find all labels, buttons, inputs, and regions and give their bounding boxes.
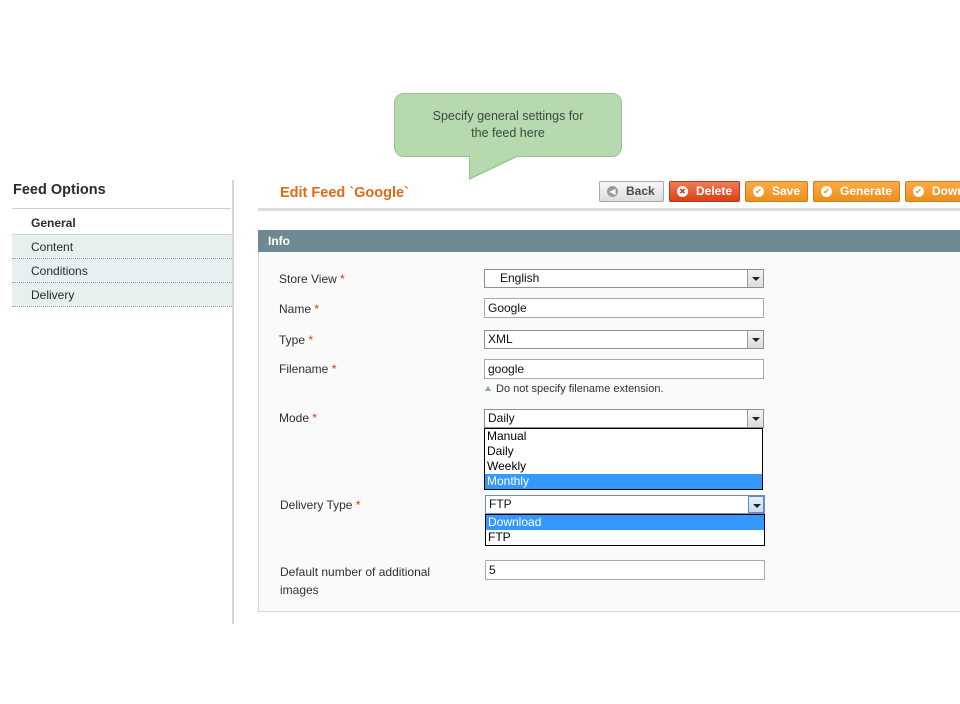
save-check-icon: ✔ (753, 186, 764, 197)
mode-label: Mode * (279, 411, 317, 425)
delivery-type-label-text: Delivery Type (280, 498, 353, 512)
store-view-value: English (500, 271, 540, 285)
chevron-down-icon[interactable] (747, 270, 763, 287)
tab-general[interactable]: General (12, 213, 232, 235)
sidebar-tabs: General Content Conditions Delivery (12, 213, 232, 307)
save-button-label: Save (772, 184, 801, 198)
chevron-down-icon[interactable] (747, 410, 763, 427)
section-header-info: Info (258, 230, 960, 252)
tab-content[interactable]: Content (12, 235, 232, 259)
required-mark: * (331, 362, 337, 376)
sidebar-divider (12, 208, 231, 209)
delete-button-label: Delete (696, 184, 733, 198)
required-mark: * (314, 302, 320, 316)
delete-x-icon: ✖ (677, 186, 688, 197)
generate-check-icon: ✔ (821, 186, 832, 197)
additional-images-label-line2: images (280, 583, 319, 597)
name-label-text: Name (279, 302, 312, 316)
filename-label: Filename * (279, 362, 336, 376)
additional-images-label: Default number of additional images (280, 563, 430, 599)
type-select[interactable]: XML (484, 330, 764, 349)
back-button-label: Back (626, 184, 655, 198)
delivery-type-label: Delivery Type * (280, 498, 361, 512)
generate-button[interactable]: ✔ Generate (813, 181, 900, 202)
tooltip-tail (470, 156, 516, 178)
page-title: Edit Feed `Google` (280, 185, 409, 201)
sidebar-title: Feed Options (13, 182, 106, 198)
mode-value: Daily (488, 411, 515, 425)
name-field[interactable]: Google (484, 298, 764, 318)
chevron-down-icon[interactable] (748, 496, 764, 513)
download-button[interactable]: ✔ Down (905, 181, 960, 202)
mode-option-monthly[interactable]: Monthly (485, 474, 762, 489)
note-arrow-icon (485, 386, 491, 391)
tab-delivery[interactable]: Delivery (12, 283, 232, 307)
delivery-type-select[interactable]: FTP (485, 495, 765, 514)
delete-button[interactable]: ✖ Delete (669, 181, 740, 202)
tooltip-bubble: Specify general settings for the feed he… (394, 93, 622, 157)
filename-field[interactable]: google (484, 359, 764, 379)
mode-label-text: Mode (279, 411, 310, 425)
required-mark: * (308, 333, 314, 347)
mode-option-manual[interactable]: Manual (485, 429, 762, 444)
store-view-label-text: Store View (279, 272, 337, 286)
back-button[interactable]: ◀ Back (599, 181, 664, 202)
required-mark: * (355, 498, 361, 512)
delivery-option-ftp[interactable]: FTP (486, 530, 764, 545)
type-label-text: Type (279, 333, 306, 347)
required-mark: * (312, 411, 318, 425)
name-label: Name * (279, 302, 319, 316)
store-view-label: Store View * (279, 272, 345, 286)
chevron-down-icon[interactable] (747, 331, 763, 348)
type-value: XML (488, 332, 513, 346)
mode-dropdown-list: Manual Daily Weekly Monthly (484, 428, 763, 490)
back-arrow-icon: ◀ (607, 186, 618, 197)
mode-option-weekly[interactable]: Weekly (485, 459, 762, 474)
mode-select[interactable]: Daily (484, 409, 764, 428)
filename-note-text: Do not specify filename extension. (496, 383, 664, 395)
sidebar: Feed Options General Content Conditions … (12, 180, 234, 624)
header-divider (258, 208, 960, 211)
save-button[interactable]: ✔ Save (745, 181, 808, 202)
delivery-type-value: FTP (489, 497, 512, 511)
delivery-option-download[interactable]: Download (486, 515, 764, 530)
filename-label-text: Filename (279, 362, 329, 376)
additional-images-field[interactable]: 5 (485, 560, 765, 580)
additional-images-label-line1: Default number of additional (280, 565, 431, 579)
type-label: Type * (279, 333, 313, 347)
required-mark: * (340, 272, 345, 286)
filename-note: Do not specify filename extension. (485, 383, 664, 395)
tooltip-text: Specify general settings for the feed he… (432, 109, 584, 140)
download-check-icon: ✔ (913, 186, 924, 197)
delivery-type-dropdown-list: Download FTP (485, 514, 765, 546)
mode-option-daily[interactable]: Daily (485, 444, 762, 459)
store-view-select[interactable]: English (484, 269, 764, 288)
tab-conditions[interactable]: Conditions (12, 259, 232, 283)
generate-button-label: Generate (840, 184, 893, 198)
download-button-label: Down (932, 184, 960, 198)
